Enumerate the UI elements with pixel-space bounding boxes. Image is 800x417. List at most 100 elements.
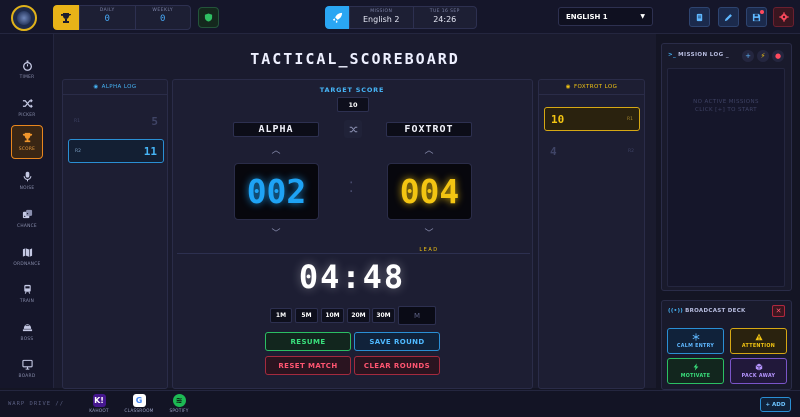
alpha-log-row-value: 5: [151, 114, 158, 128]
mission-value: English 2: [362, 15, 400, 24]
resume-button[interactable]: RESUME: [265, 332, 351, 351]
rail-item-timer[interactable]: TIMER: [11, 53, 43, 87]
mission-label: MISSION: [370, 9, 393, 14]
broadcast-deck-title: ((•)) BROADCAST DECK: [668, 308, 746, 314]
foxtrot-log-row[interactable]: 4 R2: [544, 139, 640, 163]
rail-item-boss[interactable]: BOSS: [11, 315, 43, 349]
save-button[interactable]: [746, 7, 767, 27]
preset-30m-button[interactable]: 30M: [372, 308, 395, 323]
motivate-button[interactable]: MOTIVATE: [667, 358, 724, 384]
kahoot-launcher[interactable]: K! KAHOOT: [81, 394, 117, 414]
target-score-input[interactable]: 10: [337, 97, 369, 112]
rail-item-score[interactable]: SCORE: [11, 125, 43, 159]
divider: [177, 253, 530, 254]
alpha-log-row-tag: R2: [75, 148, 81, 154]
mission-alert-button[interactable]: ●: [772, 50, 784, 62]
alpha-log-header: ◉ ALPHA LOG: [63, 80, 167, 95]
mission-info: MISSION English 2 TUE 16 SEP 24:26: [349, 6, 477, 29]
chevron-up-icon: ︿: [424, 146, 434, 156]
classroom-launcher[interactable]: G CLASSROOM: [121, 394, 157, 414]
train-icon: [23, 284, 31, 294]
rail-item-train[interactable]: TRAIN: [11, 277, 43, 311]
clear-rounds-button[interactable]: CLEAR ROUNDS: [354, 356, 440, 375]
app-logo[interactable]: [11, 5, 37, 31]
rail-label-ordnance: ORDNANCE: [13, 262, 41, 267]
reset-match-button[interactable]: RESET MATCH: [265, 356, 351, 375]
trophy-icon: [22, 132, 32, 143]
clock-value: 24:26: [433, 15, 457, 24]
alpha-log-row[interactable]: R1 5: [68, 109, 164, 133]
shield-button[interactable]: [198, 7, 219, 28]
preset-5m-button[interactable]: 5M: [295, 308, 318, 323]
round-timer: 04:48: [298, 258, 406, 296]
add-app-button[interactable]: + ADD: [760, 397, 791, 412]
add-mission-button[interactable]: +: [742, 50, 754, 62]
custom-minutes-input[interactable]: M: [398, 306, 436, 325]
preset-20m-button[interactable]: 20M: [347, 308, 370, 323]
settings-button[interactable]: [773, 7, 794, 27]
shield-icon: [204, 13, 213, 22]
rail-label-timer: TIMER: [19, 75, 35, 80]
team-a-score: 002: [234, 163, 319, 220]
points-stats: DAILY 0 WEEKLY 0: [79, 5, 191, 30]
bolt-icon: [693, 363, 698, 371]
terminal-icon: >_: [668, 52, 677, 58]
rail-label-score: SCORE: [18, 147, 36, 152]
team-a-increment-button[interactable]: ︿: [233, 143, 319, 156]
alpha-log-title: ALPHA LOG: [101, 84, 137, 90]
rail-item-ordnance[interactable]: ORDNANCE: [11, 240, 43, 274]
radio-icon: ◉: [93, 84, 99, 90]
date-label: TUE 16 SEP: [429, 9, 460, 14]
mission-log-title: >_ MISSION LOG _: [668, 52, 729, 58]
bolt-icon: ⚡: [760, 52, 766, 60]
box-icon: [755, 363, 762, 371]
team-a-decrement-button[interactable]: ﹀: [233, 226, 319, 239]
mission-bolt-button[interactable]: ⚡: [757, 50, 769, 62]
broadcast-close-button[interactable]: ✕: [772, 305, 785, 317]
foxtrot-log-row-tag: R1: [627, 116, 633, 122]
pack-away-button[interactable]: PACK AWAY: [730, 358, 787, 384]
rocket-icon: [325, 6, 349, 29]
calm-entry-button[interactable]: CALM ENTRY: [667, 328, 724, 354]
rail-item-board[interactable]: BOARD: [11, 352, 43, 386]
team-b-name[interactable]: FOXTROT: [386, 122, 472, 137]
preset-1m-button[interactable]: 1M: [270, 308, 292, 323]
team-b-decrement-button[interactable]: ﹀: [386, 226, 472, 239]
floppy-icon: [752, 13, 761, 21]
notebook-button[interactable]: [689, 7, 710, 27]
foxtrot-log-row-selected[interactable]: 10 R1: [544, 107, 640, 131]
alpha-log-row-tag: R1: [74, 118, 80, 124]
team-b-increment-button[interactable]: ︿: [386, 143, 472, 156]
preset-10m-button[interactable]: 10M: [321, 308, 344, 323]
siren-icon: ●: [774, 52, 782, 60]
monitor-icon: [21, 359, 33, 370]
alpha-log-row-selected[interactable]: R2 11: [68, 139, 164, 163]
weekly-value: 0: [160, 14, 166, 24]
chevron-down-icon: ﹀: [424, 229, 434, 239]
team-a-name[interactable]: ALPHA: [233, 122, 319, 137]
alpha-log-row-value: 11: [143, 144, 157, 158]
spotify-launcher[interactable]: ≋ SPOTIFY: [161, 394, 197, 414]
rail-item-noise[interactable]: NOISE: [11, 164, 43, 198]
gear-icon: [778, 12, 789, 22]
rail-item-picker[interactable]: PICKER: [11, 91, 43, 125]
attention-button[interactable]: ATTENTION: [730, 328, 787, 354]
language-select-value: ENGLISH 1: [566, 13, 608, 21]
edit-button[interactable]: [718, 7, 739, 27]
unsaved-dot: [760, 10, 764, 14]
classroom-label: CLASSROOM: [124, 409, 154, 414]
target-score-label: TARGET SCORE: [319, 86, 385, 94]
boss-icon: [22, 324, 32, 332]
rail-item-chance[interactable]: CHANCE: [11, 202, 43, 236]
warning-icon: [754, 333, 763, 341]
language-select[interactable]: ENGLISH 1 ▼: [558, 7, 653, 26]
google-icon: G: [132, 394, 146, 407]
spotify-label: SPOTIFY: [169, 409, 189, 414]
save-round-button[interactable]: SAVE ROUND: [354, 332, 440, 351]
chevron-up-icon: ︿: [271, 146, 281, 156]
weekly-label: WEEKLY: [152, 8, 174, 13]
foxtrot-log-header: ◉ FOXTROT LOG: [539, 80, 644, 95]
rail-label-board: BOARD: [18, 374, 36, 379]
swap-teams-button[interactable]: [344, 120, 362, 138]
rail-label-picker: PICKER: [18, 113, 36, 118]
